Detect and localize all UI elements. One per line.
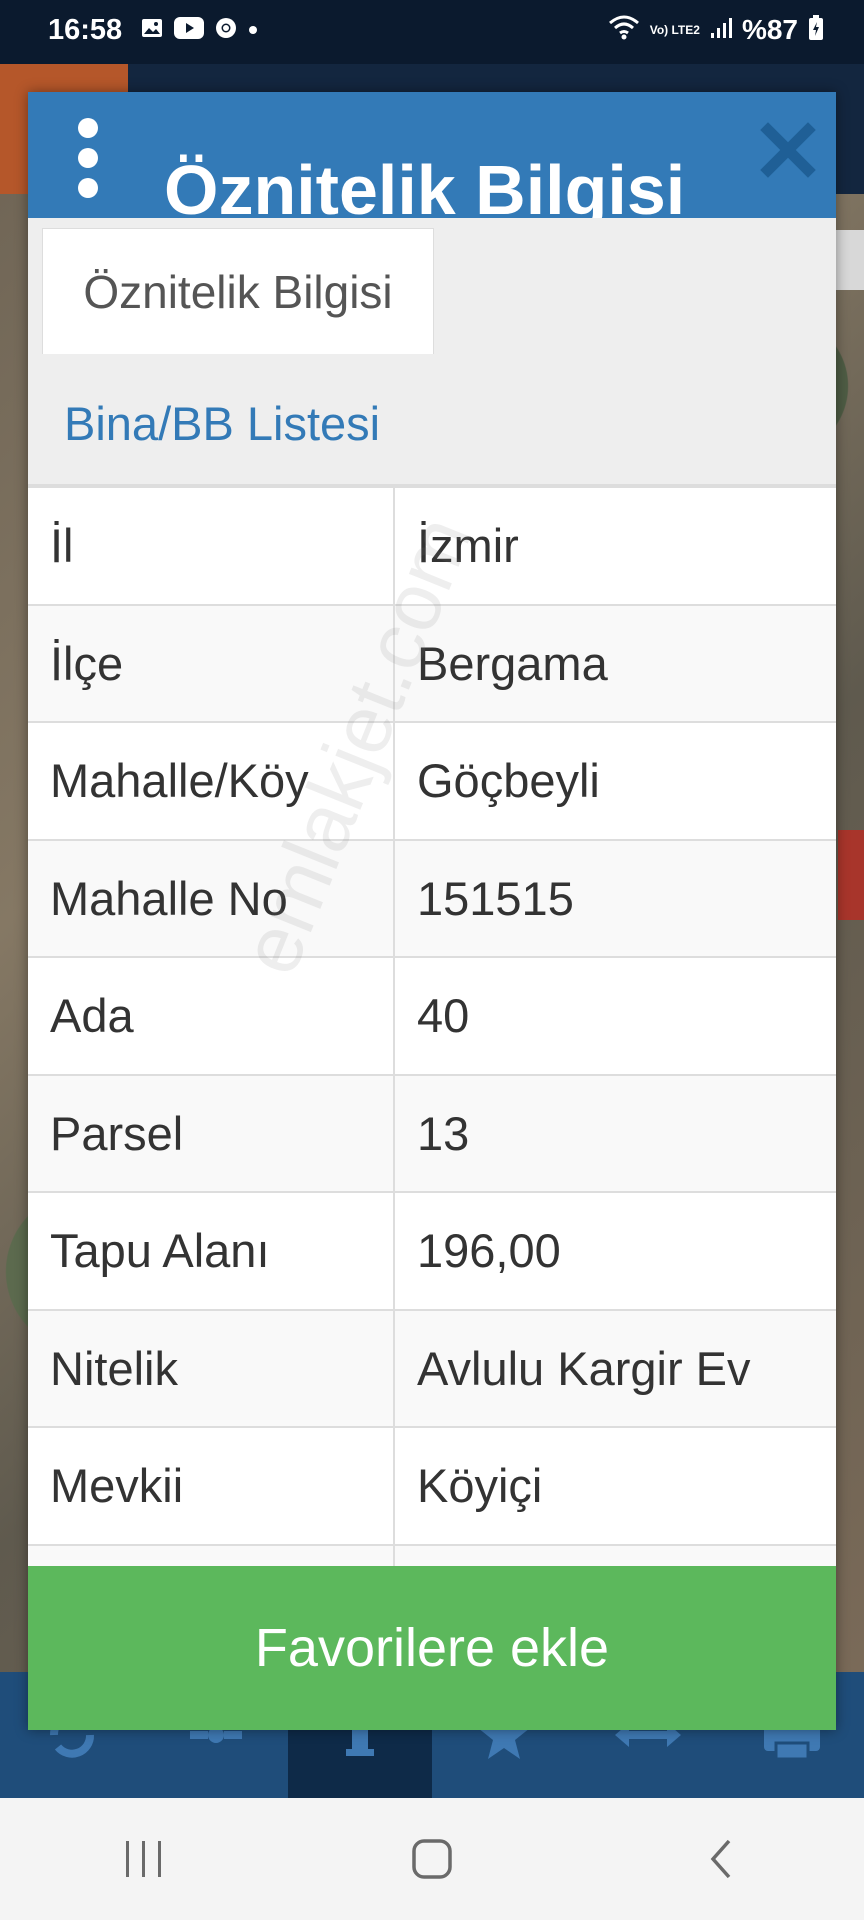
table-row: İlçe Bergama <box>28 605 836 723</box>
table-row: Tapu Alanı 196,00 <box>28 1193 836 1311</box>
table-row: Mahalle/Köy Göçbeyli <box>28 723 836 841</box>
back-icon <box>710 1839 731 1879</box>
home-button[interactable] <box>372 1819 492 1899</box>
table-row: Mahalle No 151515 <box>28 840 836 958</box>
row-value: Bergama <box>417 636 608 690</box>
close-button[interactable] <box>758 120 818 180</box>
tab-building-list[interactable]: Bina/BB Listesi <box>64 396 380 451</box>
row-value: İzmir <box>417 519 519 573</box>
row-value: Avlulu Kargir Ev <box>417 1341 751 1395</box>
gallery-icon <box>140 16 164 45</box>
row-key: Mevkii <box>28 1428 395 1544</box>
chrome-icon <box>214 16 238 45</box>
row-value: Köyiçi <box>417 1459 543 1513</box>
map-edge-marker <box>836 230 864 290</box>
row-value: 196,00 <box>417 1224 561 1278</box>
menu-dots-icon[interactable] <box>76 118 100 198</box>
row-value: 40 <box>417 989 470 1043</box>
status-bar: 16:58 Vo) LTE2 %87 <box>0 0 864 64</box>
battery-level: %87 <box>741 14 798 45</box>
table-row: Mevkii Köyiçi <box>28 1428 836 1546</box>
row-value: Göçbeyli <box>417 754 600 808</box>
row-key: Parsel <box>28 1075 395 1191</box>
system-icons: Vo) LTE2 %87 <box>608 14 824 46</box>
row-key: Mahalle/Köy <box>28 723 395 839</box>
battery-icon <box>808 14 824 46</box>
table-row: Ada 40 <box>28 958 836 1076</box>
tab-attribute-info[interactable]: Öznitelik Bilgisi <box>42 228 434 354</box>
dialog-title: Öznitelik Bilgisi <box>164 151 686 218</box>
notification-icons <box>140 16 258 45</box>
row-key: Tapu Alanı <box>28 1193 395 1309</box>
add-to-favorites-button[interactable]: Favorilere ekle <box>28 1566 836 1730</box>
row-value: 13 <box>417 1106 470 1160</box>
back-button[interactable] <box>660 1819 780 1899</box>
lte-indicator: Vo) LTE2 <box>649 23 700 37</box>
close-icon <box>760 122 816 178</box>
row-key: İlçe <box>28 605 395 721</box>
notification-dot-icon <box>248 22 258 40</box>
row-value: 151515 <box>417 871 574 925</box>
table-row: Nitelik Avlulu Kargir Ev <box>28 1310 836 1428</box>
wifi-icon <box>608 15 640 46</box>
attribute-dialog: Öznitelik Bilgisi Öznitelik Bilgisi Bina… <box>28 92 836 1730</box>
youtube-icon <box>174 17 204 44</box>
row-key: Nitelik <box>28 1310 395 1426</box>
dialog-tabs: Öznitelik Bilgisi Bina/BB Listesi <box>28 218 836 484</box>
system-navigation-bar <box>0 1798 864 1920</box>
row-key: Mahalle No <box>28 840 395 956</box>
dialog-header: Öznitelik Bilgisi <box>28 92 836 218</box>
home-icon <box>412 1839 452 1879</box>
attribute-table: İl İzmir İlçe Bergama Mahalle/Köy Göçbey… <box>28 484 836 1663</box>
table-row: Parsel 13 <box>28 1075 836 1193</box>
row-key: İl <box>28 488 395 604</box>
recent-apps-button[interactable] <box>84 1819 204 1899</box>
table-row: İl İzmir <box>28 488 836 606</box>
signal-icon <box>710 17 732 44</box>
row-key: Ada <box>28 958 395 1074</box>
status-time: 16:58 <box>48 14 123 46</box>
recent-apps-icon <box>126 1841 161 1877</box>
map-parcel-highlight <box>838 830 864 920</box>
